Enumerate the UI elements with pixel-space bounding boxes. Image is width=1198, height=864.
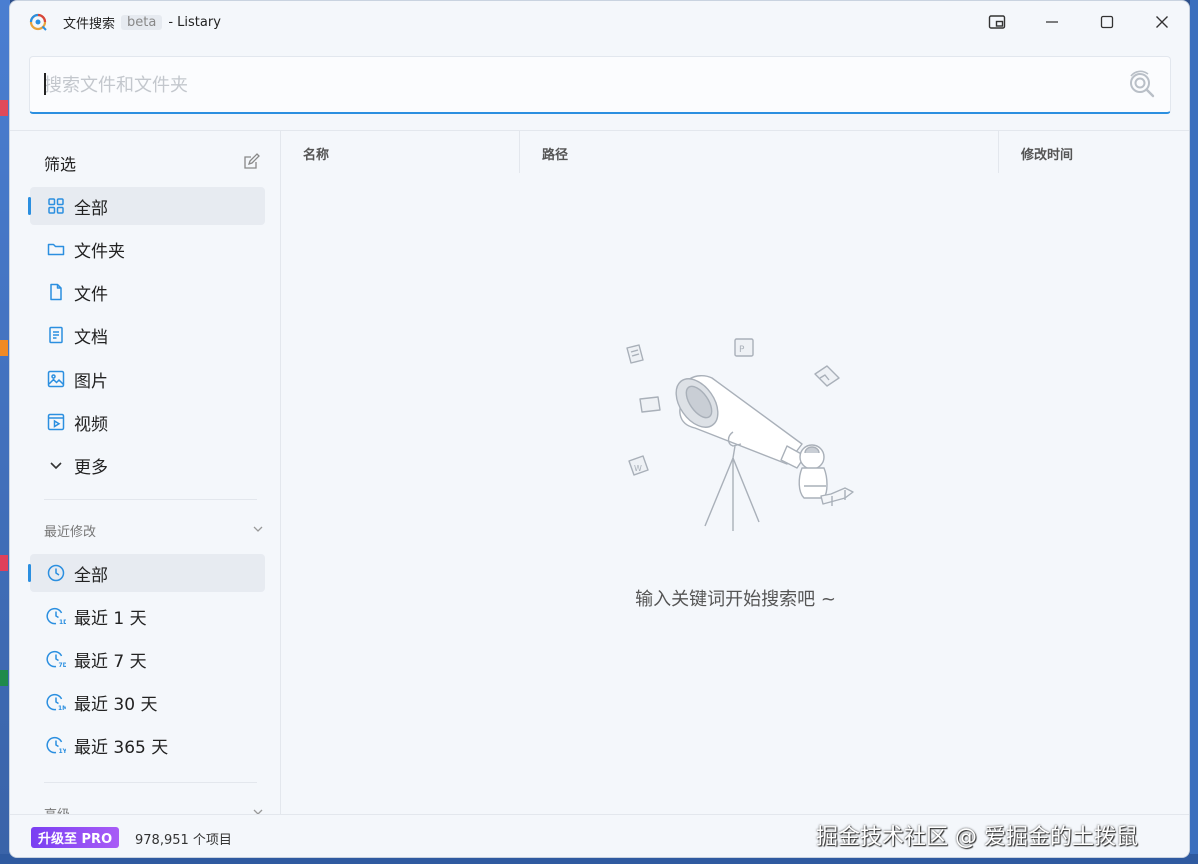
svg-text:1D: 1D (59, 619, 66, 626)
recent-label: 最近 1 天 (74, 608, 147, 629)
pin-window-button[interactable] (969, 1, 1024, 43)
watermark-text: 掘金技术社区 @ 爱掘金的土拨鼠 (816, 825, 1138, 850)
search-input[interactable] (44, 67, 1104, 103)
desktop-backdrop-right (1190, 0, 1198, 864)
folder-icon (46, 239, 66, 259)
column-header-name[interactable]: 名称 (303, 144, 329, 163)
filter-file[interactable]: 文件 (30, 273, 265, 311)
floating-ppt-icon: P (734, 338, 754, 357)
advanced-section-title: 高级 (44, 804, 70, 814)
video-icon (46, 412, 66, 432)
recent-label: 全部 (74, 565, 108, 586)
column-header-modified[interactable]: 修改时间 (1021, 144, 1073, 163)
clock-1y-icon: 1Y (46, 735, 66, 755)
minimize-icon (1045, 21, 1058, 23)
recent-365-days[interactable]: 1Y 最近 365 天 (30, 726, 265, 764)
search-box (29, 56, 1171, 114)
clock-7d-icon: 7D (46, 649, 66, 669)
floating-file-icon (626, 344, 644, 364)
edit-icon[interactable] (242, 153, 260, 171)
grid-icon (46, 196, 66, 216)
document-icon (46, 325, 66, 345)
minimize-button[interactable] (1024, 1, 1079, 43)
status-bar: 升级至 PRO 978,951 个项目 掘金技术社区 @ 爱掘金的土拨鼠 (10, 814, 1189, 857)
telescope-astronaut-illustration: P W (626, 338, 854, 531)
filter-label: 文档 (74, 327, 108, 348)
recent-30-days[interactable]: 1M 最近 30 天 (30, 683, 265, 721)
app-name: 文件搜索 (63, 17, 116, 32)
filter-label: 全部 (74, 198, 108, 219)
column-separator[interactable] (998, 131, 999, 173)
close-button[interactable] (1134, 1, 1189, 43)
collapse-chevron-icon[interactable] (251, 522, 265, 536)
svg-text:1M: 1M (58, 705, 66, 712)
desktop-icon-fragment (0, 555, 8, 571)
section-divider (44, 782, 257, 783)
svg-text:P: P (739, 345, 745, 355)
search-icon[interactable] (1126, 69, 1158, 101)
floating-image-icon (814, 365, 840, 387)
column-separator[interactable] (519, 131, 520, 173)
recent-label: 最近 7 天 (74, 651, 147, 672)
recent-section-title: 最近修改 (44, 525, 97, 540)
filter-more[interactable]: 更多 (30, 446, 265, 484)
results-panel: 名称 路径 修改时间 P W 输入关键词开始搜索吧 ~ (282, 131, 1189, 814)
svg-text:W: W (634, 464, 642, 473)
desktop-icon-fragment (0, 670, 8, 686)
filter-video[interactable]: 视频 (30, 403, 265, 441)
text-caret (44, 73, 46, 95)
filter-folder[interactable]: 文件夹 (30, 230, 265, 268)
recent-all[interactable]: 全部 (28, 554, 265, 592)
clock-icon (46, 563, 66, 583)
filter-label: 视频 (74, 414, 108, 435)
recent-7-days[interactable]: 7D 最近 7 天 (30, 640, 265, 678)
recent-label: 最近 30 天 (74, 694, 158, 715)
filter-label: 文件夹 (74, 241, 125, 262)
svg-text:7D: 7D (59, 662, 67, 669)
listary-logo-icon (29, 13, 47, 31)
collapse-chevron-icon[interactable] (251, 805, 265, 814)
recent-label: 最近 365 天 (74, 737, 169, 758)
filter-title: 筛选 (44, 155, 77, 174)
clock-1d-icon: 1D (46, 606, 66, 626)
image-icon (46, 369, 66, 389)
empty-state-message: 输入关键词开始搜索吧 ~ (635, 589, 836, 610)
filter-all[interactable]: 全部 (28, 187, 265, 225)
svg-text:1Y: 1Y (59, 748, 67, 755)
desktop-icon-fragment (0, 340, 8, 356)
floating-folder-icon (639, 396, 661, 413)
filter-sidebar: 筛选 全部 文件夹 文件 文档 图片 视频 更多 最近修改 全部 1 最近 1 … (10, 131, 281, 814)
close-icon (1155, 16, 1168, 28)
title-suffix: - Listary (168, 15, 221, 30)
chevron-down-icon (46, 455, 66, 475)
filter-label: 文件 (74, 284, 108, 305)
maximize-button[interactable] (1079, 1, 1134, 43)
recent-1-day[interactable]: 1D 最近 1 天 (30, 597, 265, 635)
filter-image[interactable]: 图片 (30, 360, 265, 398)
maximize-icon (1100, 15, 1113, 29)
upgrade-pro-button[interactable]: 升级至 PRO (31, 827, 120, 848)
listary-window: 文件搜索 beta - Listary 搜索文件和文件夹 筛选 全部 文件夹 文… (9, 0, 1190, 858)
file-icon (46, 282, 66, 302)
title-bar: 文件搜索 beta - Listary (10, 1, 1189, 43)
filter-label: 更多 (74, 457, 108, 478)
column-header-path[interactable]: 路径 (542, 144, 568, 163)
filter-label: 图片 (74, 371, 108, 392)
beta-tag: beta (121, 15, 163, 30)
filter-document[interactable]: 文档 (30, 316, 265, 354)
clock-1m-icon: 1M (46, 692, 66, 712)
item-count: 978,951 个项目 (135, 833, 232, 848)
section-divider (44, 499, 257, 500)
desktop-icon-fragment (0, 100, 8, 116)
window-title: 文件搜索 beta - Listary (63, 13, 221, 32)
floating-word-icon: W (628, 455, 649, 476)
picture-in-picture-icon (988, 15, 1005, 29)
